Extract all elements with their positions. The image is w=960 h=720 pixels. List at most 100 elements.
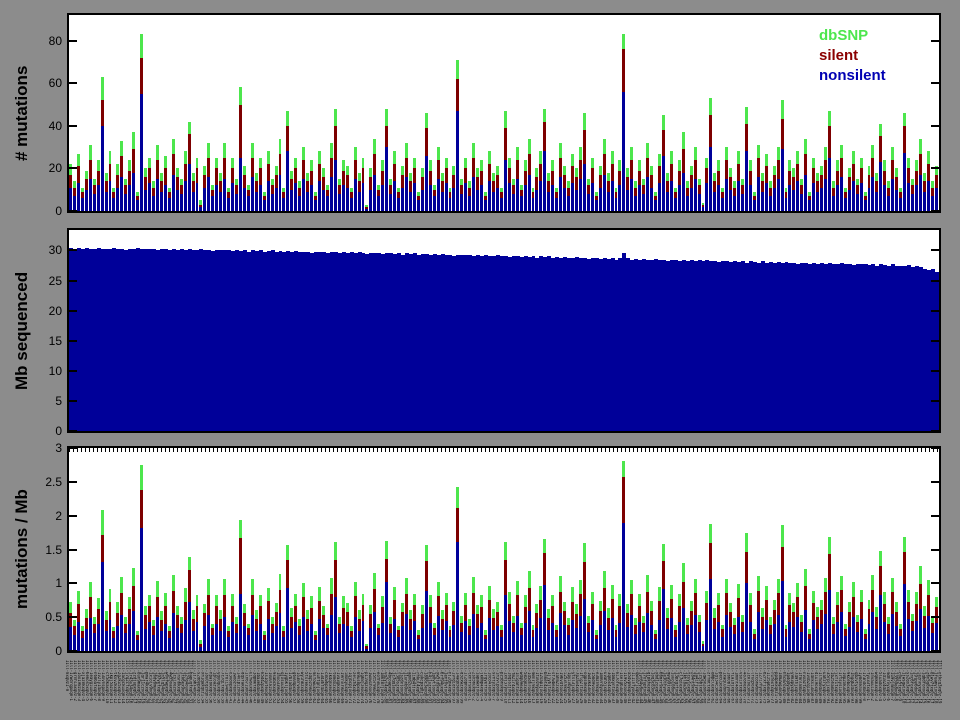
bar-segment-dbsnp [887,617,890,624]
bar-segment-nonsilent [377,196,380,211]
bar-segment-dbsnp [891,578,894,593]
bar-segment-silent [891,592,894,614]
bar-segment-nonsilent [781,149,784,211]
bar-segment-nonsilent [543,585,546,651]
bar-segment-dbsnp [464,158,467,169]
bar-segment-nonsilent [781,581,784,651]
bar-segment-dbsnp [267,588,270,602]
bar-segment-nonsilent [381,185,384,211]
bar-segment-silent [539,600,542,619]
bar-segment-silent [871,590,874,612]
bar-segment-silent [433,628,436,635]
bar-segment-nonsilent [112,198,115,211]
y-tick [69,400,77,402]
bar-segment-nonsilent [512,632,515,651]
bar-segment-silent [579,160,582,179]
bar-segment-silent [464,605,467,621]
bar-segment-dbsnp [781,100,784,119]
bar-segment-dbsnp [757,145,760,158]
bar-segment-silent [583,562,586,600]
bar-segment-silent [804,586,807,610]
bar-segment-silent [223,158,226,179]
bar-segment-silent [587,623,590,632]
bar-segment-silent [603,588,606,611]
y-tick-label: 80 [49,34,62,48]
bar-segment-nonsilent [417,200,420,211]
bar-segment-nonsilent [468,635,471,651]
bar-segment-dbsnp [698,615,701,622]
bar-segment-nonsilent [520,196,523,211]
y-tick [931,616,939,618]
bar-segment-dbsnp [856,615,859,622]
bar-segment-silent [555,630,558,637]
bar-segment-nonsilent [85,629,88,651]
bar-segment-nonsilent [290,190,293,211]
bar-segment-nonsilent [164,185,167,211]
bar-segment-silent [401,175,404,188]
y-tick [69,280,77,282]
bar-segment-silent [441,181,444,192]
bar-segment-dbsnp [441,173,444,182]
bar-segment-nonsilent [559,177,562,211]
bar-segment-dbsnp [362,158,365,169]
bar-segment-silent [757,591,760,613]
bar-segment-dbsnp [781,525,784,547]
bar-segment-nonsilent [634,634,637,651]
bar-segment-nonsilent [69,627,72,651]
bar-segment-silent [93,185,96,194]
per-sample-ticks [69,448,939,452]
bar-segment-dbsnp [891,147,894,160]
bar-segment-silent [824,592,827,614]
bar-segment-silent [563,175,566,188]
bar-segment-dbsnp [824,578,827,593]
bar-segment-nonsilent [409,192,412,211]
bar-segment-dbsnp [164,593,167,606]
bar-segment-silent [93,624,96,633]
bar-segment-nonsilent [864,639,867,651]
bar-segment-dbsnp [824,147,827,160]
bar-segment-dbsnp [709,524,712,543]
bar-segment-silent [239,538,242,595]
bar-segment-dbsnp [504,542,507,561]
bar-segment-nonsilent [729,190,732,211]
bar-segment-dbsnp [923,173,926,182]
bar-segment-silent [615,630,618,637]
bar-segment-nonsilent [302,179,305,211]
bar-segment-nonsilent [421,190,424,211]
bar-segment-silent [176,177,179,190]
bar-segment-nonsilent [626,627,629,651]
bar-segment-silent [152,626,155,635]
bar-segment-nonsilent [753,200,756,211]
bar-segment-nonsilent [184,620,187,651]
bar-segment-silent [85,179,88,190]
x-tick-label: IIll-otkcq3xq0z-19 [938,660,942,720]
bar-segment-dbsnp [658,587,661,601]
bar-segment-nonsilent [583,599,586,651]
bar-segment-dbsnp [709,98,712,115]
bar-segment-dbsnp [638,594,641,606]
bar-segment-silent [488,600,491,619]
bar-segment-silent [196,606,199,622]
bar-segment-nonsilent [109,620,112,651]
bar-segment-dbsnp [757,576,760,591]
bar-segment-nonsilent [251,615,254,651]
bar-segment-nonsilent [535,190,538,211]
bar-segment-nonsilent [919,609,922,651]
bar-segment-dbsnp [630,147,633,160]
bar-segment-nonsilent [421,628,424,651]
bar-segment-dbsnp [389,617,392,624]
bar-segment-nonsilent [279,613,282,651]
bar-segment-silent [377,628,380,635]
bar-segment-nonsilent [247,635,250,651]
bar-segment-silent [267,164,270,181]
y-tick-label: 60 [49,76,62,90]
bar-segment-silent [480,171,483,186]
bar-segment-dbsnp [354,147,357,160]
bar-segment-dbsnp [911,614,914,621]
bar-segment-dbsnp [342,596,345,607]
bar-segment-nonsilent [282,637,285,651]
bar-segment-silent [109,164,112,181]
bar-segment-nonsilent [433,635,436,651]
bar-segment-nonsilent [188,164,191,211]
bar-segment-silent [385,126,388,147]
